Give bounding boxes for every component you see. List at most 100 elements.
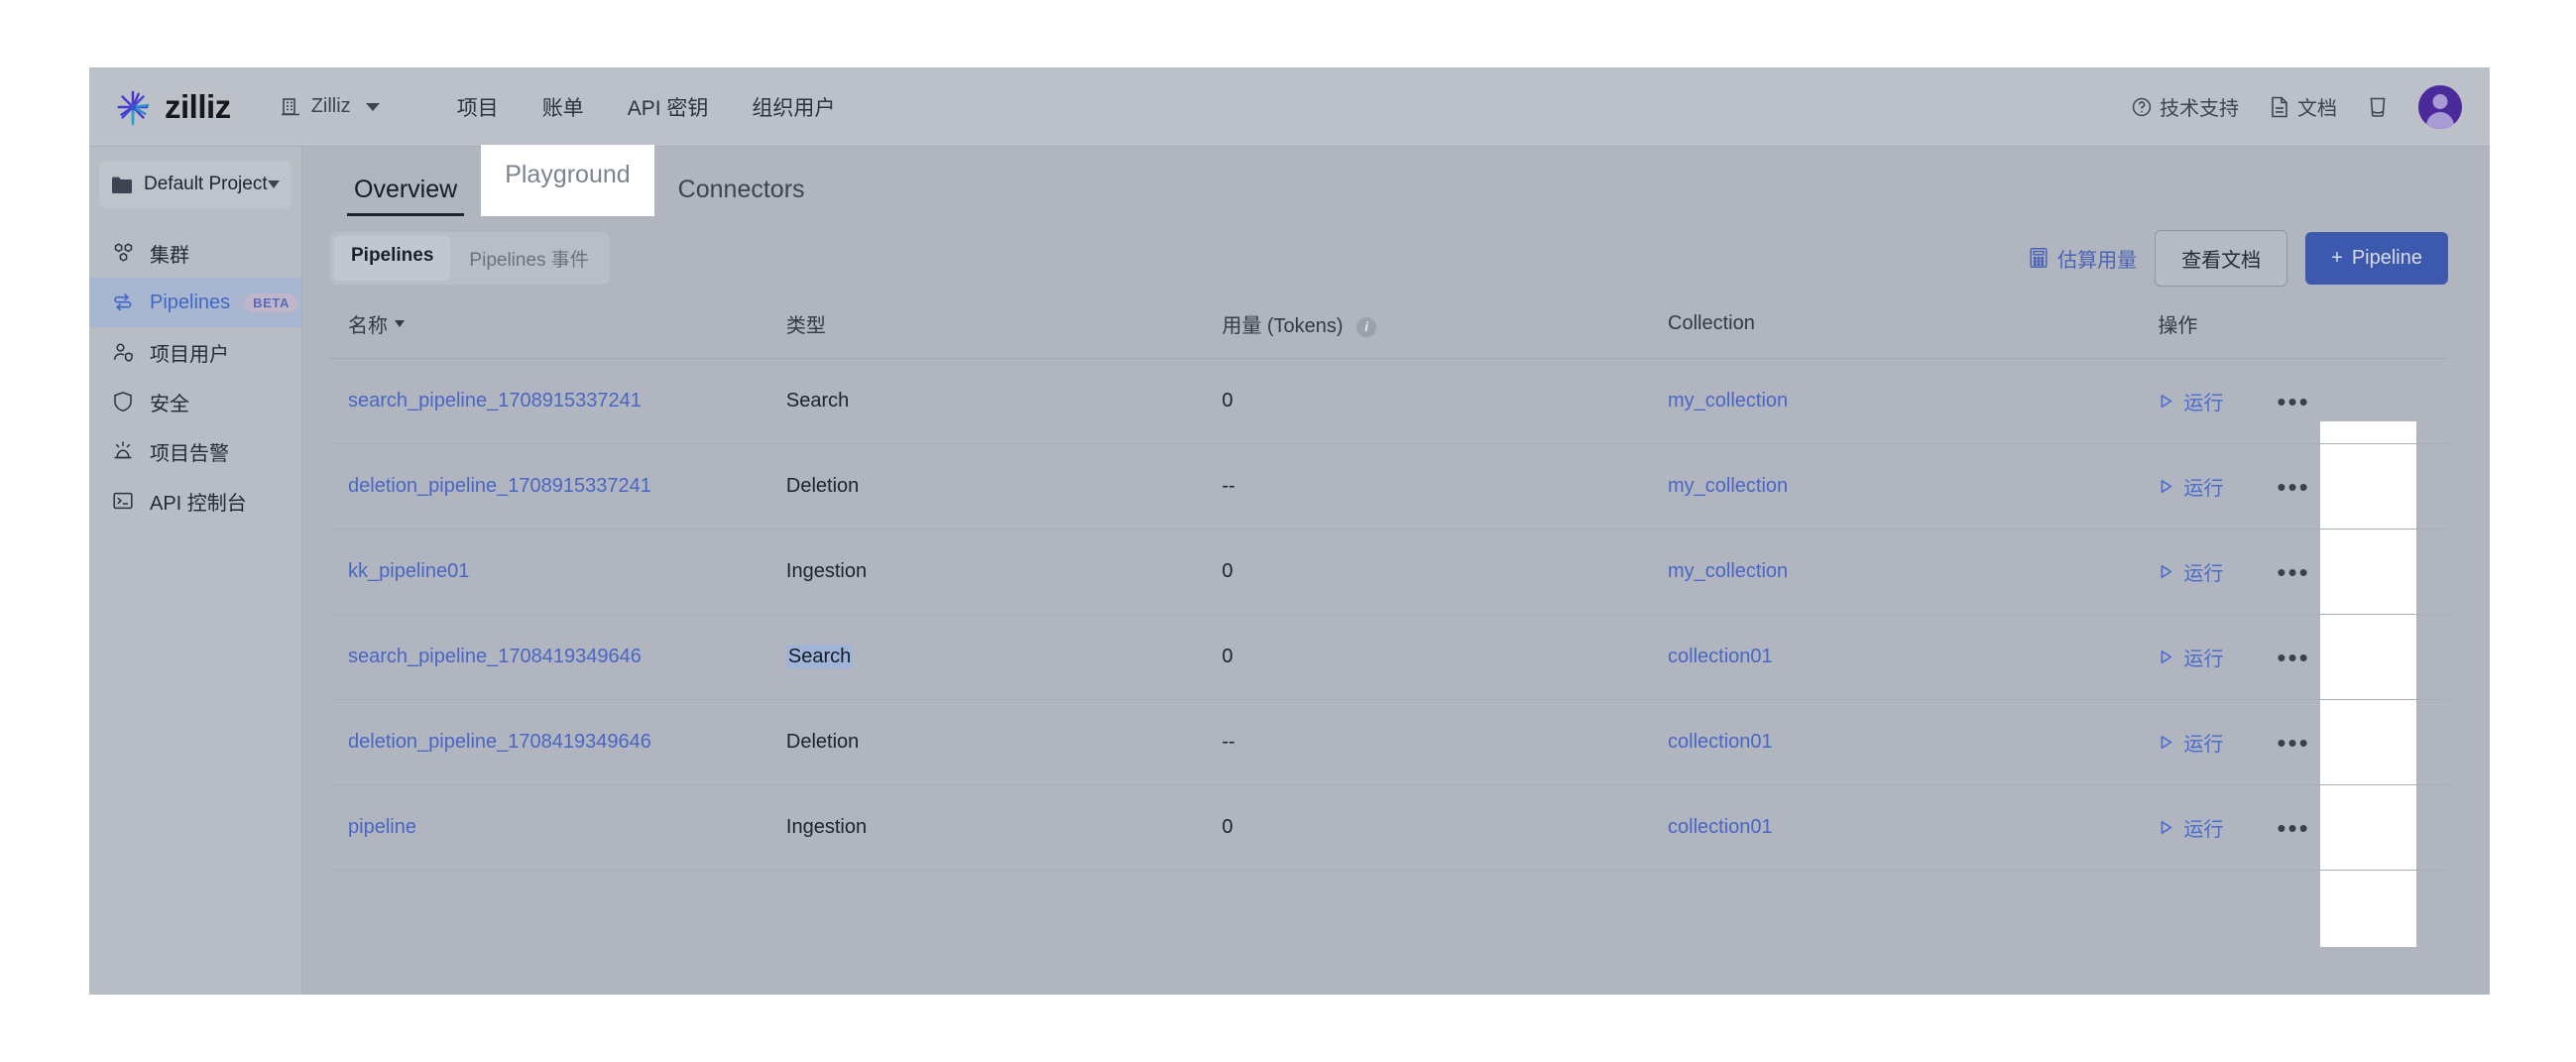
beta-badge: BETA [245,293,297,312]
table-row[interactable]: deletion_pipeline_1708915337241 Deletion… [330,443,2448,530]
sidebar-item-alerts[interactable]: 项目告警 [89,426,301,476]
nav-item-api-keys[interactable]: API 密钥 [628,92,709,122]
table-header-row: 名称 类型 用量 (Tokens) i Collection 操作 [330,295,2448,359]
run-label: 运行 [2183,734,2224,756]
segment-pipelines-events[interactable]: Pipelines 事件 [452,236,605,281]
collection-link[interactable]: my_collection [1668,475,1788,497]
play-icon [2161,650,2172,663]
collection-link[interactable]: my_collection [1668,390,1788,412]
table-header: 名称 类型 用量 (Tokens) i Collection 操作 [330,295,2448,359]
sidebar-item-label: 安全 [150,393,189,415]
sub-toolbar: Pipelines Pipelines 事件 估算用量 查看文档 + Pipel… [330,220,2448,295]
building-icon [281,97,299,115]
alert-icon [111,439,135,463]
nav-item-org-users[interactable]: 组织用户 [752,92,835,122]
tab-bar: Overview Playground Connectors [330,145,2448,216]
trash-button[interactable] [2367,94,2389,120]
document-icon [2272,96,2287,117]
run-button[interactable]: 运行 [2158,813,2223,842]
more-options-button[interactable]: ••• [2277,730,2309,756]
brand-logo[interactable]: zilliz [114,88,231,126]
brand-name: zilliz [165,87,231,125]
main-nav: 项目 账单 API 密钥 组织用户 [457,92,836,122]
more-options-button[interactable]: ••• [2277,559,2309,585]
app-window: zilliz Zilliz 项目 账单 API 密钥 组织用户 技术支持 文档 … [89,67,2490,995]
run-label: 运行 [2183,478,2224,500]
collection-link[interactable]: collection01 [1668,646,1773,667]
view-docs-button[interactable]: 查看文档 [2155,229,2288,287]
docs-link[interactable]: 文档 [2269,92,2337,121]
pipeline-type: Ingestion [785,816,868,838]
pipeline-name-link[interactable]: kk_pipeline01 [348,560,469,582]
run-button[interactable]: 运行 [2158,557,2223,586]
tab-overview[interactable]: Overview [330,176,481,216]
sort-name-button[interactable]: 名称 [348,309,405,338]
col-header-collection: Collection [1668,295,2145,359]
zilliz-star-icon [117,90,150,125]
run-button[interactable]: 运行 [2158,728,2223,757]
play-icon [2161,480,2172,493]
col-header-actions-label: 操作 [2158,315,2198,337]
sidebar-item-project-users[interactable]: 项目用户 [89,327,301,377]
calculator-icon [2030,248,2048,268]
segmented-control: Pipelines Pipelines 事件 [330,231,610,285]
trash-icon [2370,97,2386,117]
sidebar-item-security[interactable]: 安全 [89,377,301,426]
pipeline-name-link[interactable]: deletion_pipeline_1708915337241 [348,475,651,497]
docs-label: 文档 [2297,98,2337,120]
pipeline-name-link[interactable]: pipeline [348,816,416,838]
table-body: search_pipeline_1708915337241 Search 0 m… [330,358,2448,871]
org-switcher[interactable]: Zilliz [279,95,380,119]
info-icon[interactable]: i [1356,316,1377,337]
estimate-usage-label: 估算用量 [2057,249,2138,272]
sidebar-item-clusters[interactable]: 集群 [89,228,301,278]
segment-pipelines[interactable]: Pipelines [334,235,451,281]
toolbar-actions: 估算用量 查看文档 + Pipeline [2029,229,2448,287]
pipeline-type: Search [785,645,854,668]
collection-link[interactable]: collection01 [1668,816,1773,838]
more-options-button[interactable]: ••• [2277,815,2309,841]
pipeline-usage: 0 [1222,390,1233,412]
pipeline-type: Search [785,390,850,412]
pipeline-usage: -- [1222,475,1235,497]
pipeline-name-link[interactable]: search_pipeline_1708419349646 [348,646,642,667]
help-circle-icon [2132,97,2152,116]
more-options-button[interactable]: ••• [2277,645,2309,670]
pipeline-usage: 0 [1222,816,1233,838]
run-button[interactable]: 运行 [2158,643,2223,671]
more-options-button[interactable]: ••• [2277,389,2309,414]
col-header-actions: 操作 [2144,295,2448,359]
table-row[interactable]: kk_pipeline01 Ingestion 0 my_collection … [330,529,2448,615]
pipeline-name-link[interactable]: deletion_pipeline_1708419349646 [348,731,651,753]
collection-link[interactable]: collection01 [1668,731,1773,753]
collection-link[interactable]: my_collection [1668,560,1788,582]
sidebar-item-api-console[interactable]: API 控制台 [89,476,301,526]
pipeline-name-link[interactable]: search_pipeline_1708915337241 [348,390,642,412]
table-row[interactable]: search_pipeline_1708419349646 Search 0 c… [330,614,2448,700]
header-actions: 技术支持 文档 [2131,84,2462,129]
pipeline-type: Deletion [785,475,860,497]
run-button[interactable]: 运行 [2158,387,2223,415]
sidebar-item-label: Pipelines [150,291,231,313]
play-icon [2161,821,2172,834]
run-button[interactable]: 运行 [2158,472,2223,501]
project-picker[interactable]: Default Project [99,161,292,208]
table-row[interactable]: deletion_pipeline_1708419349646 Deletion… [330,699,2448,785]
table-row[interactable]: pipeline Ingestion 0 collection01 运行 ••• [330,784,2448,871]
estimate-usage-link[interactable]: 估算用量 [2029,244,2137,273]
nav-item-billing[interactable]: 账单 [542,92,584,122]
new-pipeline-button[interactable]: + Pipeline [2305,231,2448,285]
table-row[interactable]: search_pipeline_1708915337241 Search 0 m… [330,358,2448,444]
support-link[interactable]: 技术支持 [2131,92,2239,121]
more-options-button[interactable]: ••• [2277,474,2309,500]
run-label: 运行 [2183,819,2224,841]
tab-playground[interactable]: Playground [481,145,654,216]
terminal-icon [111,489,135,513]
sidebar: Default Project 集群 Pipelines BETA 项目用户 安… [89,147,302,995]
avatar[interactable] [2418,84,2462,129]
plus-icon: + [2331,246,2343,269]
sidebar-item-pipelines[interactable]: Pipelines BETA [89,278,301,327]
chevron-down-icon [268,180,280,188]
nav-item-projects[interactable]: 项目 [457,92,499,122]
tab-connectors[interactable]: Connectors [654,176,829,216]
